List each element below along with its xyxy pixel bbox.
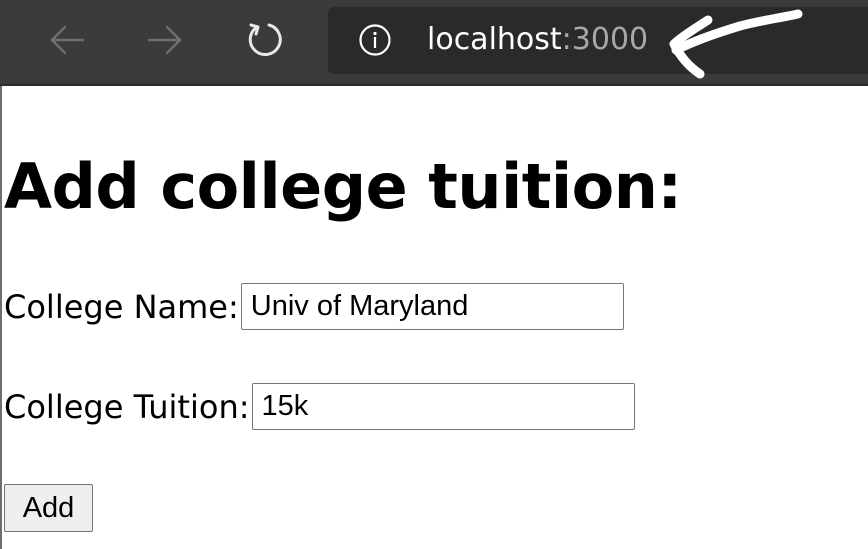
info-icon[interactable]	[358, 23, 392, 57]
college-tuition-row: College Tuition:	[4, 383, 635, 430]
back-button[interactable]	[45, 18, 89, 62]
url-host: localhost	[427, 22, 562, 57]
college-name-label: College Name:	[4, 287, 239, 326]
url-separator: :	[561, 22, 572, 57]
url-port: 3000	[571, 22, 649, 57]
college-tuition-input[interactable]	[251, 383, 635, 430]
reload-icon	[248, 23, 282, 57]
browser-toolbar: localhost:3000	[0, 0, 868, 86]
address-bar[interactable]: localhost:3000	[328, 7, 868, 74]
page-left-edge	[0, 86, 2, 549]
college-name-input[interactable]	[240, 283, 624, 330]
reload-button[interactable]	[243, 18, 287, 62]
add-button[interactable]: Add	[4, 484, 93, 532]
forward-button[interactable]	[143, 18, 187, 62]
url-text[interactable]: localhost:3000	[427, 20, 648, 60]
college-tuition-label: College Tuition:	[4, 387, 250, 426]
page-title: Add college tuition:	[4, 150, 682, 223]
college-name-row: College Name:	[4, 283, 624, 330]
arrow-left-icon	[50, 25, 85, 55]
arrow-right-icon	[147, 25, 182, 55]
